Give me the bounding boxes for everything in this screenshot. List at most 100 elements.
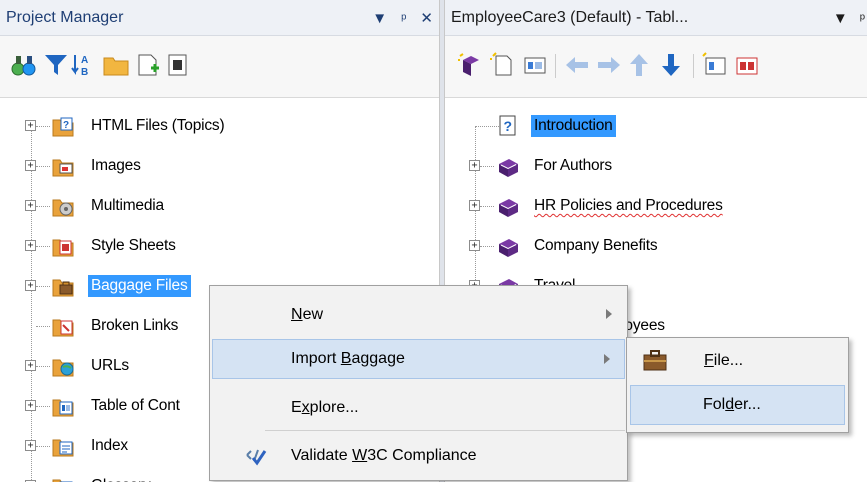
toc-props-icon[interactable] bbox=[701, 52, 729, 78]
expand-icon[interactable]: + bbox=[469, 200, 480, 211]
menu-item-label: Folder... bbox=[703, 396, 761, 413]
submenu-item-file[interactable]: File... bbox=[628, 341, 847, 381]
tree-item-style-sheets[interactable]: + Style Sheets bbox=[0, 232, 439, 260]
tree-connector bbox=[36, 406, 50, 407]
tree-connector bbox=[36, 246, 50, 247]
menu-item-label: New bbox=[291, 306, 324, 323]
expand-icon[interactable]: + bbox=[25, 360, 36, 371]
pane-title: EmployeeCare3 (Default) - Tabl... bbox=[451, 8, 689, 26]
index-folder-icon bbox=[52, 439, 74, 457]
tree-item-label: Table of Cont bbox=[91, 397, 180, 414]
properties-icon[interactable] bbox=[164, 52, 192, 78]
expand-icon[interactable]: + bbox=[25, 400, 36, 411]
expand-icon[interactable]: + bbox=[25, 120, 36, 131]
expand-icon[interactable]: + bbox=[25, 200, 36, 211]
submenu-arrow-icon bbox=[606, 309, 612, 319]
toc-item-label: For Authors bbox=[534, 157, 612, 175]
expand-icon[interactable]: + bbox=[25, 240, 36, 251]
glossary-folder-icon bbox=[52, 479, 73, 482]
dropdown-icon[interactable]: ▼ bbox=[833, 10, 848, 27]
book-icon bbox=[499, 159, 518, 177]
expand-icon[interactable]: + bbox=[25, 280, 36, 291]
toc-item-text: HR Policies and Procedures bbox=[534, 197, 723, 214]
pin-icon[interactable]: ᵖ bbox=[860, 10, 865, 26]
toc-item-label: Introduction bbox=[531, 115, 616, 137]
help-page-icon: ? bbox=[499, 115, 516, 136]
project-manager-titlebar: Project Manager ▼ ᵖ ✕ bbox=[0, 0, 439, 36]
w3c-validate-icon bbox=[246, 449, 267, 466]
tree-item-label: Multimedia bbox=[91, 197, 164, 214]
new-page-icon[interactable] bbox=[489, 52, 517, 78]
tree-connector bbox=[36, 166, 50, 167]
menu-item-label: File... bbox=[704, 352, 744, 369]
sort-az-icon[interactable]: AB bbox=[70, 52, 98, 78]
submenu-arrow-icon bbox=[604, 354, 610, 364]
toc-book-icon[interactable] bbox=[733, 52, 761, 78]
menu-item-import-baggage[interactable]: Import Baggage bbox=[212, 339, 625, 379]
close-icon[interactable]: ✕ bbox=[420, 9, 433, 27]
filter-icon[interactable] bbox=[42, 52, 70, 78]
tree-item-html-files-topics[interactable]: + ? HTML Files (Topics) bbox=[0, 112, 439, 140]
book-icon bbox=[499, 239, 518, 257]
menu-item-label: Import Baggage bbox=[291, 350, 405, 367]
toc-item-introduction[interactable]: ? Introduction bbox=[445, 112, 865, 140]
html-folder-icon: ? bbox=[52, 117, 74, 137]
urls-folder-icon bbox=[52, 359, 74, 377]
toc-item-text: Company Benefits bbox=[534, 237, 658, 254]
tree-item-label: Glossary bbox=[91, 477, 151, 482]
tree-item-label: Baggage Files bbox=[88, 275, 191, 297]
menu-item-label: Validate W3C Compliance bbox=[291, 447, 477, 464]
move-down-icon[interactable] bbox=[657, 52, 685, 78]
toc-item-text: For Authors bbox=[534, 157, 612, 174]
expand-icon[interactable]: + bbox=[469, 240, 480, 251]
tree-item-label: Images bbox=[91, 157, 141, 174]
new-file-icon[interactable] bbox=[134, 52, 162, 78]
toc-item-label: Company Benefits bbox=[534, 237, 658, 255]
tree-item-multimedia[interactable]: + Multimedia bbox=[0, 192, 439, 220]
project-manager-toolbar: AB bbox=[0, 36, 439, 98]
pane-title: Project Manager bbox=[6, 8, 124, 26]
expand-icon[interactable]: + bbox=[25, 160, 36, 171]
stylesheet-folder-icon bbox=[52, 239, 74, 257]
menu-separator bbox=[265, 430, 625, 431]
dropdown-icon[interactable]: ▼ bbox=[372, 10, 387, 27]
baggage-folder-icon bbox=[52, 279, 74, 297]
tree-connector bbox=[480, 246, 494, 247]
tree-connector bbox=[36, 126, 50, 127]
expand-icon[interactable]: + bbox=[25, 440, 36, 451]
move-left-icon[interactable] bbox=[563, 52, 591, 78]
tree-connector bbox=[36, 206, 50, 207]
tree-item-images[interactable]: + Images bbox=[0, 152, 439, 180]
svg-text:?: ? bbox=[504, 118, 513, 134]
tree-connector bbox=[480, 166, 494, 167]
move-up-icon[interactable] bbox=[625, 52, 653, 78]
tree-connector bbox=[36, 446, 50, 447]
multimedia-folder-icon bbox=[52, 199, 74, 217]
context-menu: New Import Baggage Explore... Validate W… bbox=[209, 285, 628, 481]
toc-toolbar bbox=[445, 36, 867, 98]
menu-item-explore[interactable]: Explore... bbox=[211, 388, 626, 428]
expand-icon[interactable]: + bbox=[469, 160, 480, 171]
toc-item-for-authors[interactable]: + For Authors bbox=[445, 152, 865, 180]
tree-connector bbox=[36, 286, 50, 287]
toc-item-hr-policies-and-procedures[interactable]: + HR Policies and Procedures bbox=[445, 192, 865, 220]
tree-item-label: Style Sheets bbox=[91, 237, 176, 254]
move-right-icon[interactable] bbox=[595, 52, 623, 78]
binoculars-icon[interactable] bbox=[10, 52, 38, 78]
toc-view-icon[interactable] bbox=[521, 52, 549, 78]
images-folder-icon bbox=[52, 159, 74, 177]
toc-item-label: HR Policies and Procedures bbox=[534, 197, 723, 215]
book-icon bbox=[499, 199, 518, 217]
tree-connector bbox=[475, 126, 499, 127]
pin-icon[interactable]: ᵖ bbox=[401, 10, 406, 26]
tree-connector bbox=[480, 206, 494, 207]
menu-item-label: Explore... bbox=[291, 399, 359, 416]
menu-item-new[interactable]: New bbox=[211, 295, 626, 335]
broken-links-folder-icon bbox=[52, 319, 74, 337]
toc-folder-icon bbox=[52, 399, 74, 417]
toc-item-company-benefits[interactable]: + Company Benefits bbox=[445, 232, 865, 260]
folder-icon[interactable] bbox=[102, 52, 130, 78]
submenu-item-folder[interactable]: Folder... bbox=[630, 385, 845, 425]
menu-item-validate-w3c[interactable]: Validate W3C Compliance bbox=[211, 436, 626, 476]
new-book-icon[interactable] bbox=[457, 52, 485, 78]
